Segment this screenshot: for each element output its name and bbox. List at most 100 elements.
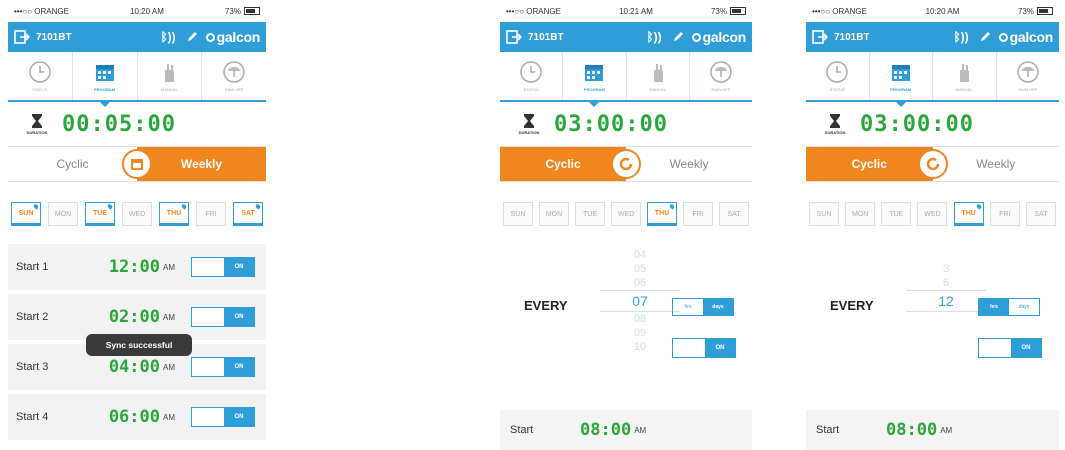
start-row[interactable]: Start 08:00 AM — [806, 410, 1059, 450]
mode-weekly[interactable]: Weekly — [932, 147, 1059, 181]
clock-icon — [826, 61, 848, 83]
day-wed[interactable]: WED — [917, 202, 948, 226]
cycle-toggle[interactable]: ON — [672, 338, 736, 358]
edit-icon[interactable] — [672, 31, 684, 43]
clock-time: 10:20 AM — [130, 6, 164, 16]
battery: 73% — [225, 7, 260, 16]
mode-switch[interactable]: Cyclic Weekly — [500, 146, 752, 182]
phone-cyclic-hours: •••○○ ORANGE 10:20 AM 73% 7101BT ᛒ)) gal… — [806, 0, 1059, 450]
mode-weekly[interactable]: Weekly — [137, 147, 266, 181]
picker-selected[interactable]: 12 — [906, 290, 986, 312]
edit-icon[interactable] — [979, 31, 991, 43]
start-toggle[interactable]: ON — [191, 357, 255, 377]
duration-row[interactable]: DURATION 00:05:00 — [8, 102, 266, 146]
clock-time: 10:21 AM — [619, 6, 653, 16]
tab-program[interactable]: PROGRAM — [73, 52, 138, 107]
interval-picker[interactable]: 04 05 06 07 08 09 10 — [600, 248, 680, 358]
start-toggle[interactable]: ON — [191, 407, 255, 427]
day-fri[interactable]: FRI — [683, 202, 713, 226]
start-row[interactable]: Start 4 06:00 AM ON — [8, 394, 266, 440]
tab-status[interactable]: STATUS — [806, 52, 870, 100]
app-header: 7101BT ᛒ)) galcon — [500, 22, 752, 52]
start-row[interactable]: Start 08:00 AM — [500, 410, 752, 450]
tab-manual[interactable]: MANUAL — [138, 52, 203, 100]
ampm: AM — [163, 312, 175, 322]
day-thu[interactable]: THU — [159, 202, 189, 226]
unit-days[interactable]: days — [1009, 299, 1039, 315]
duration-row[interactable]: DURATION 03:00:00 — [806, 102, 1059, 146]
mode-cyclic[interactable]: Cyclic — [806, 147, 933, 181]
duration-label: DURATION — [824, 130, 846, 135]
duration-value[interactable]: 00:05:00 — [62, 112, 176, 137]
mode-weekly[interactable]: Weekly — [626, 147, 752, 181]
day-mon[interactable]: MON — [539, 202, 569, 226]
unit-hrs[interactable]: hrs — [673, 299, 703, 315]
day-sun[interactable]: SUN — [11, 202, 41, 226]
tab-rain-off[interactable]: RAIN OFF — [997, 52, 1060, 100]
duration-value[interactable]: 03:00:00 — [860, 112, 974, 137]
day-thu[interactable]: THU — [953, 202, 984, 226]
day-tue[interactable]: TUE — [85, 202, 115, 226]
mode-switch[interactable]: Cyclic Weekly — [8, 146, 266, 182]
tab-rain-off[interactable]: RAIN OFF — [690, 52, 752, 100]
mode-cyclic[interactable]: Cyclic — [500, 147, 626, 181]
start-row[interactable]: Start 1 12:00 AM ON — [8, 244, 266, 290]
unit-hrs[interactable]: hrs — [979, 299, 1009, 315]
hourglass-icon: DURATION — [518, 113, 540, 135]
hand-icon — [960, 64, 970, 82]
tab-status[interactable]: STATUS — [500, 52, 564, 100]
start-toggle[interactable]: ON — [191, 307, 255, 327]
duration-row[interactable]: DURATION 03:00:00 — [500, 102, 752, 146]
day-sat[interactable]: SAT — [1025, 202, 1056, 226]
start-time[interactable]: 12:00 — [82, 257, 160, 277]
day-sun[interactable]: SUN — [503, 202, 533, 226]
day-fri[interactable]: FRI — [196, 202, 226, 226]
tab-manual[interactable]: MANUAL — [627, 52, 690, 100]
tab-program[interactable]: PROGRAM — [870, 52, 933, 107]
day-fri[interactable]: FRI — [989, 202, 1020, 226]
day-wed[interactable]: WED — [122, 202, 152, 226]
drop-icon — [668, 203, 676, 210]
unit-switch[interactable]: hrs days — [672, 298, 734, 316]
tab-program[interactable]: PROGRAM — [563, 52, 627, 107]
exit-icon[interactable] — [506, 30, 522, 44]
start-time[interactable]: 08:00 — [580, 420, 631, 440]
bluetooth-icon[interactable]: ᛒ)) — [646, 30, 661, 44]
device-name: 7101BT — [834, 31, 870, 43]
edit-icon[interactable] — [186, 31, 198, 43]
start-time[interactable]: 02:00 — [82, 307, 160, 327]
day-mon[interactable]: MON — [845, 202, 876, 226]
unit-switch[interactable]: hrs days — [978, 298, 1040, 316]
exit-icon[interactable] — [14, 30, 30, 44]
start-time[interactable]: 06:00 — [82, 407, 160, 427]
mode-switch[interactable]: Cyclic Weekly — [806, 146, 1059, 182]
bluetooth-icon[interactable]: ᛒ)) — [953, 30, 968, 44]
battery: 73% — [711, 7, 746, 16]
tab-manual[interactable]: MANUAL — [933, 52, 997, 100]
day-tue[interactable]: TUE — [575, 202, 605, 226]
day-tue[interactable]: TUE — [881, 202, 912, 226]
unit-days[interactable]: days — [703, 299, 733, 315]
bluetooth-icon[interactable]: ᛒ)) — [160, 30, 175, 44]
day-mon[interactable]: MON — [48, 202, 78, 226]
cycle-interval: EVERY 3 6 12 hrs days ON — [806, 248, 1059, 358]
day-sat[interactable]: SAT — [233, 202, 263, 226]
day-sat[interactable]: SAT — [719, 202, 749, 226]
start-time[interactable]: 04:00 — [82, 357, 160, 377]
drop-icon — [106, 203, 114, 210]
interval-picker[interactable]: 3 6 12 — [906, 248, 986, 358]
start-toggle[interactable]: ON — [191, 257, 255, 277]
cycle-toggle[interactable]: ON — [978, 338, 1042, 358]
day-sun[interactable]: SUN — [809, 202, 839, 226]
mode-cyclic[interactable]: Cyclic — [8, 147, 137, 181]
day-wed[interactable]: WED — [611, 202, 641, 226]
tab-rain-off[interactable]: RAIN OFF — [202, 52, 266, 100]
day-thu[interactable]: THU — [647, 202, 677, 226]
exit-icon[interactable] — [812, 30, 828, 44]
tab-status[interactable]: STATUS — [8, 52, 73, 100]
picker-selected[interactable]: 07 — [600, 290, 680, 312]
start-time[interactable]: 08:00 — [886, 420, 937, 440]
hourglass-icon: DURATION — [824, 113, 846, 135]
duration-value[interactable]: 03:00:00 — [554, 112, 668, 137]
start-label: Start — [510, 424, 534, 436]
